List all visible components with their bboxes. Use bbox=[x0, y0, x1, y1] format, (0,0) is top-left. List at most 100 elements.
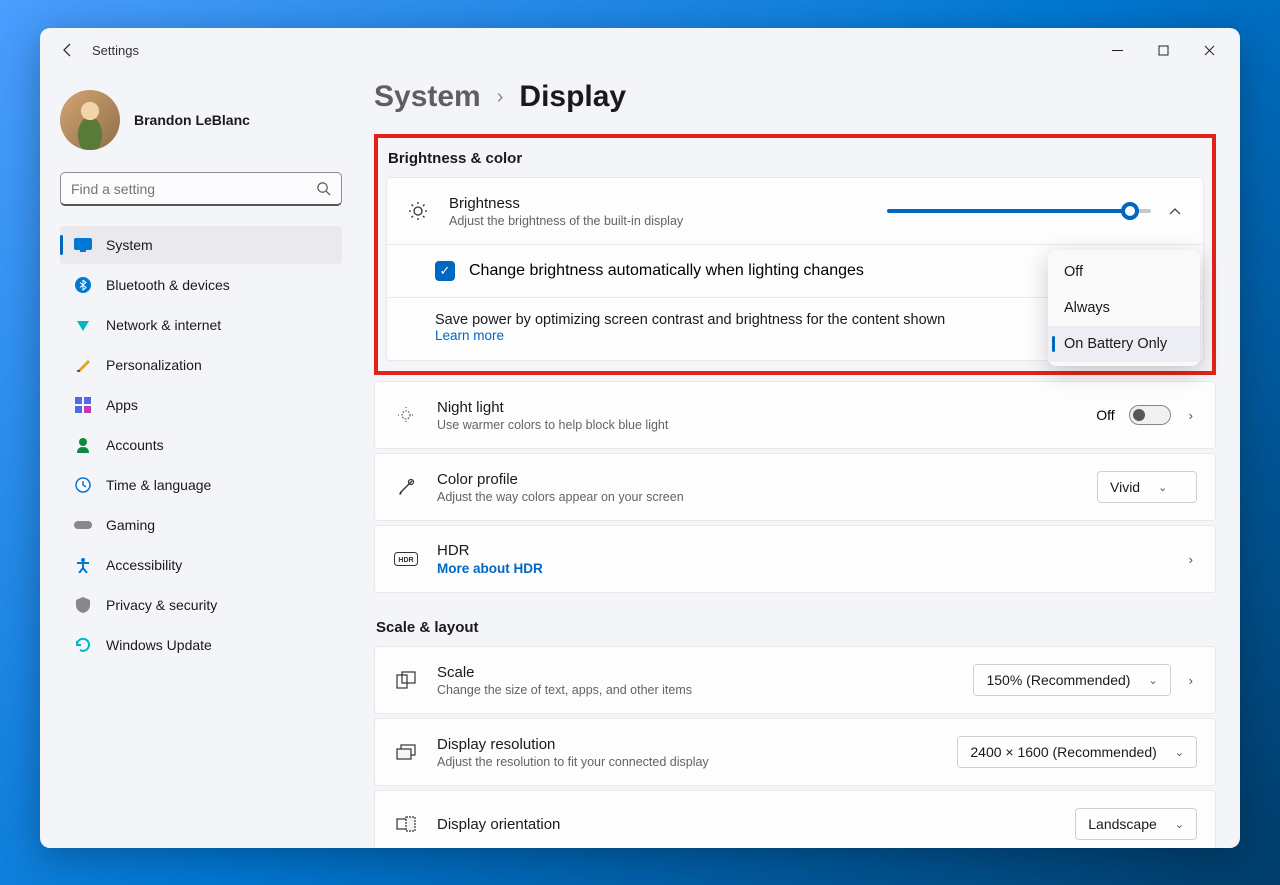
chevron-down-icon: ⌄ bbox=[1175, 818, 1184, 831]
resolution-icon bbox=[393, 744, 419, 760]
sidebar-item-system[interactable]: System bbox=[60, 226, 342, 264]
scale-card[interactable]: Scale Change the size of text, apps, and… bbox=[374, 646, 1216, 714]
sidebar-item-apps[interactable]: Apps bbox=[60, 386, 342, 424]
orientation-select[interactable]: Landscape⌄ bbox=[1075, 808, 1197, 840]
search-icon bbox=[316, 181, 331, 196]
colorprofile-select[interactable]: Vivid⌄ bbox=[1097, 471, 1197, 503]
breadcrumb: System › Display bbox=[374, 80, 1216, 114]
user-profile[interactable]: Brandon LeBlanc bbox=[60, 80, 342, 170]
time-icon bbox=[74, 476, 92, 494]
power-save-dropdown: Off Always On Battery Only bbox=[1048, 250, 1200, 366]
svg-text:HDR: HDR bbox=[398, 557, 413, 564]
search-box[interactable] bbox=[60, 172, 342, 206]
dropdown-option-off[interactable]: Off bbox=[1048, 254, 1200, 290]
nightlight-toggle[interactable] bbox=[1129, 405, 1171, 425]
window-controls bbox=[1094, 34, 1232, 66]
sidebar-item-privacy[interactable]: Privacy & security bbox=[60, 586, 342, 624]
orientation-title: Display orientation bbox=[437, 816, 1057, 833]
sidebar-item-accessibility[interactable]: Accessibility bbox=[60, 546, 342, 584]
minimize-button[interactable] bbox=[1094, 34, 1140, 66]
section-brightness-color: Brightness & color bbox=[388, 150, 1204, 167]
user-name: Brandon LeBlanc bbox=[134, 112, 250, 128]
network-icon bbox=[74, 316, 92, 334]
personalization-icon bbox=[74, 356, 92, 374]
nightlight-sub: Use warmer colors to help block blue lig… bbox=[437, 418, 1078, 432]
scale-select[interactable]: 150% (Recommended)⌄ bbox=[973, 664, 1170, 696]
chevron-right-icon[interactable]: › bbox=[1185, 404, 1197, 427]
slider-thumb[interactable] bbox=[1121, 202, 1139, 220]
colorprofile-icon bbox=[393, 478, 419, 496]
section-scale-layout: Scale & layout bbox=[376, 619, 1216, 636]
breadcrumb-current: Display bbox=[519, 80, 626, 114]
chevron-down-icon: ⌄ bbox=[1175, 746, 1184, 759]
chevron-right-icon[interactable]: › bbox=[1185, 548, 1197, 571]
colorprofile-sub: Adjust the way colors appear on your scr… bbox=[437, 490, 1079, 504]
nightlight-card[interactable]: Night light Use warmer colors to help bl… bbox=[374, 381, 1216, 449]
sidebar-item-time[interactable]: Time & language bbox=[60, 466, 342, 504]
brightness-row[interactable]: Brightness Adjust the brightness of the … bbox=[387, 178, 1203, 244]
sidebar-item-personalization[interactable]: Personalization bbox=[60, 346, 342, 384]
sidebar-item-label: Network & internet bbox=[106, 317, 221, 333]
bluetooth-icon bbox=[74, 276, 92, 294]
chevron-down-icon: ⌄ bbox=[1148, 674, 1157, 687]
gaming-icon bbox=[74, 516, 92, 534]
sidebar-item-label: System bbox=[106, 237, 153, 253]
sidebar-item-gaming[interactable]: Gaming bbox=[60, 506, 342, 544]
update-icon bbox=[74, 636, 92, 654]
brightness-slider[interactable] bbox=[887, 209, 1151, 213]
resolution-select[interactable]: 2400 × 1600 (Recommended)⌄ bbox=[957, 736, 1197, 768]
learn-more-link[interactable]: Learn more bbox=[435, 328, 504, 343]
hdr-card[interactable]: HDR HDR More about HDR › bbox=[374, 525, 1216, 593]
sidebar-item-label: Apps bbox=[106, 397, 138, 413]
dropdown-option-always[interactable]: Always bbox=[1048, 290, 1200, 326]
orientation-card[interactable]: Display orientation Landscape⌄ bbox=[374, 790, 1216, 848]
avatar bbox=[60, 90, 120, 150]
colorprofile-card[interactable]: Color profile Adjust the way colors appe… bbox=[374, 453, 1216, 521]
chevron-right-icon[interactable]: › bbox=[1185, 669, 1197, 692]
main-content: System › Display Brightness & color Brig… bbox=[350, 72, 1240, 848]
hdr-link[interactable]: More about HDR bbox=[437, 561, 1167, 576]
chevron-up-icon[interactable] bbox=[1165, 203, 1185, 219]
sidebar-item-label: Time & language bbox=[106, 477, 211, 493]
sidebar-item-label: Privacy & security bbox=[106, 597, 217, 613]
chevron-down-icon: ⌄ bbox=[1158, 481, 1167, 494]
scale-sub: Change the size of text, apps, and other… bbox=[437, 683, 955, 697]
colorprofile-title: Color profile bbox=[437, 471, 1079, 488]
orientation-icon bbox=[393, 816, 419, 832]
accounts-icon bbox=[74, 436, 92, 454]
scale-title: Scale bbox=[437, 664, 955, 681]
accessibility-icon bbox=[74, 556, 92, 574]
auto-brightness-checkbox[interactable]: ✓ bbox=[435, 261, 455, 281]
sidebar: Brandon LeBlanc System Bluetooth & devic… bbox=[40, 72, 350, 848]
auto-brightness-label: Change brightness automatically when lig… bbox=[469, 262, 864, 280]
search-input[interactable] bbox=[71, 181, 316, 197]
system-icon bbox=[74, 236, 92, 254]
apps-icon bbox=[74, 396, 92, 414]
sidebar-item-update[interactable]: Windows Update bbox=[60, 626, 342, 664]
breadcrumb-parent[interactable]: System bbox=[374, 80, 481, 114]
nightlight-icon bbox=[393, 405, 419, 425]
close-button[interactable] bbox=[1186, 34, 1232, 66]
brightness-icon bbox=[405, 201, 431, 221]
sidebar-item-label: Gaming bbox=[106, 517, 155, 533]
sidebar-item-label: Accessibility bbox=[106, 557, 182, 573]
brightness-title: Brightness bbox=[449, 195, 869, 212]
dropdown-option-battery[interactable]: On Battery Only bbox=[1048, 326, 1200, 362]
scale-icon bbox=[393, 671, 419, 689]
sidebar-item-accounts[interactable]: Accounts bbox=[60, 426, 342, 464]
power-save-text: Save power by optimizing screen contrast… bbox=[435, 312, 945, 328]
hdr-title: HDR bbox=[437, 542, 1167, 559]
sidebar-item-network[interactable]: Network & internet bbox=[60, 306, 342, 344]
back-button[interactable] bbox=[48, 30, 88, 70]
brightness-sub: Adjust the brightness of the built-in di… bbox=[449, 214, 869, 228]
resolution-card[interactable]: Display resolution Adjust the resolution… bbox=[374, 718, 1216, 786]
sidebar-item-label: Bluetooth & devices bbox=[106, 277, 230, 293]
settings-window: Settings Brandon LeBlanc System Bluetoot… bbox=[40, 28, 1240, 848]
sidebar-item-bluetooth[interactable]: Bluetooth & devices bbox=[60, 266, 342, 304]
resolution-title: Display resolution bbox=[437, 736, 939, 753]
maximize-button[interactable] bbox=[1140, 34, 1186, 66]
chevron-right-icon: › bbox=[497, 86, 504, 109]
titlebar: Settings bbox=[40, 28, 1240, 72]
nightlight-state: Off bbox=[1096, 407, 1114, 423]
sidebar-item-label: Accounts bbox=[106, 437, 164, 453]
